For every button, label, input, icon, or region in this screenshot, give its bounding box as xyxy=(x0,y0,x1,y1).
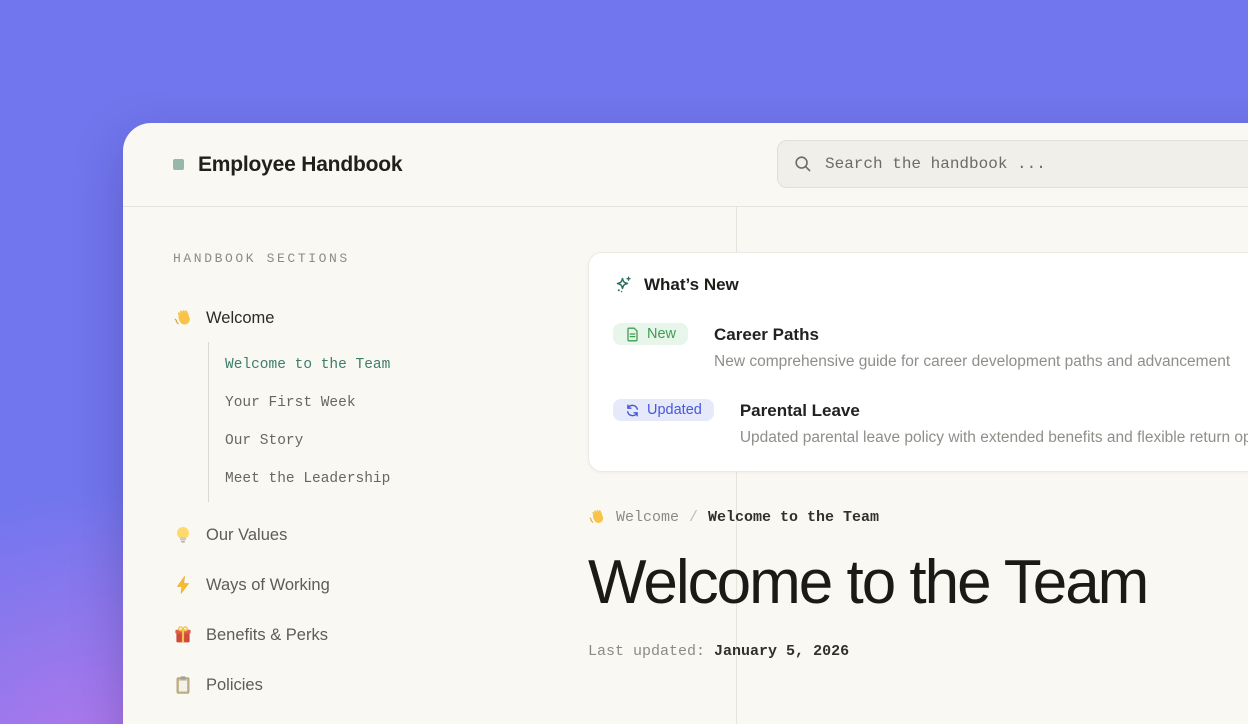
wave-icon xyxy=(588,508,606,526)
sidebar-item-label: Policies xyxy=(206,676,263,695)
news-description: Updated parental leave policy with exten… xyxy=(740,429,1248,447)
app-header: Employee Handbook xyxy=(123,123,1248,207)
news-content: Career Paths New comprehensive guide for… xyxy=(714,323,1230,371)
brand-square-icon xyxy=(173,159,184,170)
updated-badge[interactable]: Updated xyxy=(613,399,714,421)
breadcrumb: Welcome / Welcome to the Team xyxy=(588,508,1248,526)
news-content: Parental Leave Updated parental leave po… xyxy=(740,399,1248,447)
news-title[interactable]: Parental Leave xyxy=(740,399,1248,423)
last-updated: Last updated: January 5, 2026 xyxy=(588,643,1248,660)
main-content: What’s New New Career Paths New comprehe… xyxy=(588,252,1248,660)
new-badge[interactable]: New xyxy=(613,323,688,345)
sidebar-item-label: Benefits & Perks xyxy=(206,626,328,645)
sidebar-item-policies[interactable]: Policies xyxy=(173,675,736,695)
app-window: Employee Handbook HANDBOOK SECTIONS xyxy=(123,123,1248,724)
news-item-career-paths: New Career Paths New comprehensive guide… xyxy=(613,323,1248,371)
document-icon xyxy=(625,327,640,342)
breadcrumb-page: Welcome to the Team xyxy=(708,509,879,526)
badge-label: New xyxy=(647,326,676,342)
page-title: Welcome to the Team xyxy=(588,550,1248,615)
badge-label: Updated xyxy=(647,402,702,418)
breadcrumb-section[interactable]: Welcome xyxy=(616,509,679,526)
clipboard-icon xyxy=(173,675,193,695)
search-icon xyxy=(794,155,812,173)
last-updated-label: Last updated: xyxy=(588,643,705,660)
whats-new-header: What’s New xyxy=(613,275,1248,295)
brand: Employee Handbook xyxy=(173,153,402,177)
sidebar-item-label: Welcome xyxy=(206,309,274,328)
desktop-background: { "app": { "title": "Employee Handbook" … xyxy=(0,0,1248,724)
bolt-icon xyxy=(173,575,193,595)
whats-new-card: What’s New New Career Paths New comprehe… xyxy=(588,252,1248,472)
sidebar-item-label: Our Values xyxy=(206,526,287,545)
gift-icon xyxy=(173,625,193,645)
app-title: Employee Handbook xyxy=(198,153,402,177)
bulb-icon xyxy=(173,525,193,545)
news-description: New comprehensive guide for career devel… xyxy=(714,353,1230,371)
search-input[interactable] xyxy=(825,155,1248,173)
search-bar[interactable] xyxy=(777,140,1248,188)
wave-icon xyxy=(173,308,193,328)
whats-new-title: What’s New xyxy=(644,275,739,295)
sparkle-icon xyxy=(613,275,633,295)
sidebar-item-label: Ways of Working xyxy=(206,576,330,595)
last-updated-value: January 5, 2026 xyxy=(714,643,849,660)
breadcrumb-separator: / xyxy=(689,509,698,526)
refresh-icon xyxy=(625,403,640,418)
news-title[interactable]: Career Paths xyxy=(714,323,1230,347)
news-item-parental-leave: Updated Parental Leave Updated parental … xyxy=(613,399,1248,447)
